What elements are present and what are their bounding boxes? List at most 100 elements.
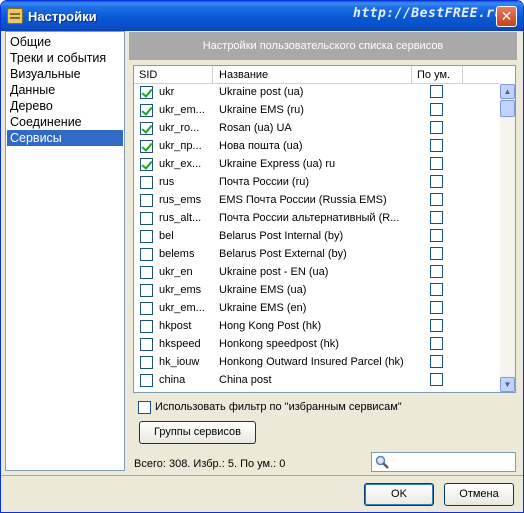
- row-select-checkbox[interactable]: [140, 356, 153, 369]
- row-select-checkbox[interactable]: [140, 320, 153, 333]
- row-select-checkbox[interactable]: [140, 158, 153, 171]
- row-default-checkbox[interactable]: [430, 85, 443, 98]
- row-select-checkbox[interactable]: [140, 338, 153, 351]
- row-select-checkbox[interactable]: [140, 248, 153, 261]
- row-select-checkbox[interactable]: [140, 284, 153, 297]
- table-row[interactable]: ukr_ex... Ukraine Express (ua) ru: [134, 156, 500, 174]
- row-sid: belems: [159, 248, 195, 260]
- row-select-checkbox[interactable]: [140, 176, 153, 189]
- row-name: Ukraine EMS (en): [219, 302, 307, 314]
- cancel-button[interactable]: Отмена: [444, 483, 514, 506]
- row-select-checkbox[interactable]: [140, 212, 153, 225]
- row-default-checkbox[interactable]: [430, 355, 443, 368]
- row-default-checkbox[interactable]: [430, 121, 443, 134]
- close-button[interactable]: ✕: [496, 6, 517, 27]
- row-sid: hk_iouw: [159, 356, 200, 368]
- row-sid: ukr_en: [159, 266, 193, 278]
- row-select-checkbox[interactable]: [140, 266, 153, 279]
- row-sid: ukr_ems: [159, 284, 202, 296]
- settings-app-icon: [7, 8, 23, 24]
- nav-item[interactable]: Дерево: [7, 98, 123, 114]
- row-select-checkbox[interactable]: [140, 86, 153, 99]
- row-sid: ukr_ro...: [159, 122, 200, 134]
- table-row[interactable]: hkpost Hong Kong Post (hk): [134, 318, 500, 336]
- row-sid: hkspeed: [159, 338, 201, 350]
- favorites-filter-checkbox[interactable]: [138, 401, 151, 414]
- row-default-checkbox[interactable]: [430, 139, 443, 152]
- row-default-checkbox[interactable]: [430, 283, 443, 296]
- settings-nav: Общие Треки и события Визуальные Данные Дере…: [5, 31, 125, 471]
- row-default-checkbox[interactable]: [430, 157, 443, 170]
- row-default-checkbox[interactable]: [430, 373, 443, 386]
- row-select-checkbox[interactable]: [140, 122, 153, 135]
- column-header-default[interactable]: По ум.: [417, 69, 450, 81]
- row-sid: ukr_em...: [159, 302, 205, 314]
- table-row[interactable]: rus_alt... Почта России альтернативный (R…: [134, 210, 500, 228]
- column-divider[interactable]: [212, 66, 213, 84]
- title-bar[interactable]: Настройки http://BestFREE.ru ✕: [1, 1, 523, 31]
- row-default-checkbox[interactable]: [430, 301, 443, 314]
- table-row[interactable]: china China post: [134, 372, 500, 390]
- table-row[interactable]: hkspeed Honkong speedpost (hk): [134, 336, 500, 354]
- row-default-checkbox[interactable]: [430, 247, 443, 260]
- table-row[interactable]: hk_iouw Honkong Outward Insured Parcel (h…: [134, 354, 500, 372]
- magnifier-icon: [375, 455, 389, 469]
- nav-item[interactable]: Общие: [7, 34, 123, 50]
- row-default-checkbox[interactable]: [430, 337, 443, 350]
- row-select-checkbox[interactable]: [140, 140, 153, 153]
- table-row[interactable]: ukr_ems Ukraine EMS (ua): [134, 282, 500, 300]
- row-default-checkbox[interactable]: [430, 319, 443, 332]
- table-header: SID Название По ум.: [134, 66, 500, 84]
- row-select-checkbox[interactable]: [140, 302, 153, 315]
- table-row[interactable]: ukr_en Ukraine post - EN (ua): [134, 264, 500, 282]
- row-name: Почта России (ru): [219, 176, 310, 188]
- footer-divider: [1, 475, 523, 476]
- row-name: Honkong Outward Insured Parcel (hk): [219, 356, 404, 368]
- row-default-checkbox[interactable]: [430, 175, 443, 188]
- table-row[interactable]: rus_ems EMS Почта России (Russia EMS): [134, 192, 500, 210]
- table-row[interactable]: ukr_пр... Нова пошта (ua): [134, 138, 500, 156]
- search-input[interactable]: [371, 452, 516, 472]
- column-divider[interactable]: [411, 66, 412, 84]
- table-row[interactable]: ukr_em... Ukraine EMS (en): [134, 300, 500, 318]
- scroll-down-button[interactable]: ▼: [500, 377, 515, 392]
- row-select-checkbox[interactable]: [140, 374, 153, 387]
- row-default-checkbox[interactable]: [430, 193, 443, 206]
- nav-item[interactable]: Соединение: [7, 114, 123, 130]
- column-header-name[interactable]: Название: [219, 69, 268, 81]
- nav-item[interactable]: Данные: [7, 82, 123, 98]
- column-header-sid[interactable]: SID: [139, 69, 157, 81]
- row-select-checkbox[interactable]: [140, 230, 153, 243]
- row-name: Belarus Post Internal (by): [219, 230, 344, 242]
- row-name: Honkong speedpost (hk): [219, 338, 339, 350]
- row-sid: rus_alt...: [159, 212, 202, 224]
- scroll-thumb[interactable]: [500, 100, 515, 117]
- table-row[interactable]: rus Почта России (ru): [134, 174, 500, 192]
- service-groups-button[interactable]: Группы сервисов: [139, 421, 256, 444]
- table-row[interactable]: ukr Ukraine post (ua): [134, 84, 500, 102]
- row-select-checkbox[interactable]: [140, 194, 153, 207]
- row-sid: rus_ems: [159, 194, 202, 206]
- row-name: Ukraine EMS (ua): [219, 284, 307, 296]
- row-default-checkbox[interactable]: [430, 103, 443, 116]
- row-default-checkbox[interactable]: [430, 211, 443, 224]
- row-sid: ukr_ex...: [159, 158, 202, 170]
- nav-item[interactable]: Визуальные: [7, 66, 123, 82]
- row-select-checkbox[interactable]: [140, 104, 153, 117]
- column-divider[interactable]: [462, 66, 463, 84]
- row-name: Нова пошта (ua): [219, 140, 303, 152]
- nav-item[interactable]: Сервисы: [7, 130, 123, 146]
- vertical-scrollbar[interactable]: ▲ ▼: [500, 84, 515, 392]
- row-name: Ukraine post (ua): [219, 86, 304, 98]
- scroll-up-button[interactable]: ▲: [500, 84, 515, 99]
- table-row[interactable]: ukr_ro... Rosan (ua) UA: [134, 120, 500, 138]
- row-default-checkbox[interactable]: [430, 265, 443, 278]
- table-row[interactable]: bel Belarus Post Internal (by): [134, 228, 500, 246]
- table-row[interactable]: belems Belarus Post External (by): [134, 246, 500, 264]
- row-default-checkbox[interactable]: [430, 229, 443, 242]
- nav-item[interactable]: Треки и события: [7, 50, 123, 66]
- table-row[interactable]: ukr_em... Ukraine EMS (ru): [134, 102, 500, 120]
- row-name: Ukraine EMS (ru): [219, 104, 304, 116]
- ok-button[interactable]: OK: [364, 483, 434, 506]
- row-sid: china: [159, 374, 186, 386]
